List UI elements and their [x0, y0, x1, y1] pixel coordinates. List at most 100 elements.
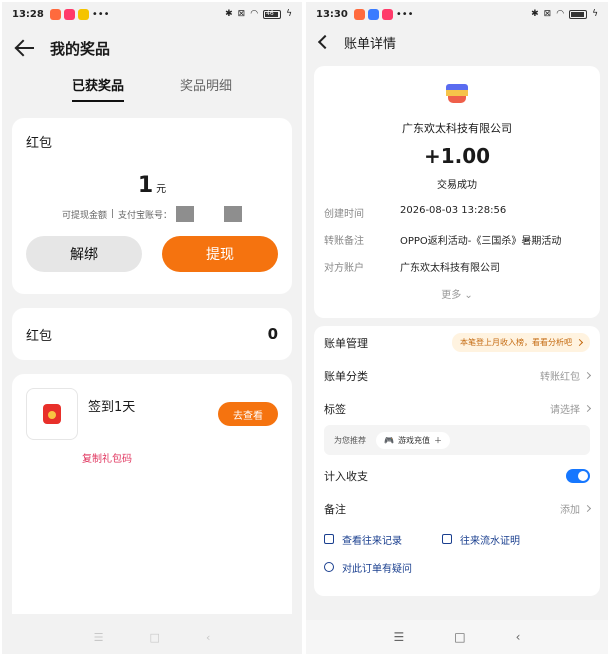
more-details-link[interactable]: 更多 ⌄: [314, 286, 600, 301]
notification-app-icon: [353, 8, 365, 20]
sim-icon: ⊠: [237, 9, 246, 19]
system-nav-bar: ☰ □ ‹: [306, 620, 608, 654]
wifi-icon: ◠: [250, 9, 259, 19]
links-row: 查看往来记录 往来流水证明: [324, 525, 590, 553]
detail-row: 转账备注 OPPO返利活动-《三国杀》暑期活动: [314, 232, 600, 247]
prize-name: 签到1天: [88, 400, 136, 415]
battery-icon: [569, 9, 588, 19]
action-row: 解绑 提现: [26, 236, 278, 272]
tab-received-prizes[interactable]: 已获奖品: [71, 75, 125, 102]
balance-subtext: 可提现金额 | 支付宝账号：: [26, 206, 278, 222]
view-records-link[interactable]: 查看往来记录: [342, 532, 402, 547]
back-nav-icon[interactable]: ‹: [516, 630, 521, 644]
status-time: 13:30: [316, 8, 348, 20]
back-chevron-icon[interactable]: [317, 34, 333, 50]
detail-row: 对方账户 广东欢太科技有限公司: [314, 259, 600, 274]
menu-nav-icon[interactable]: ☰: [94, 631, 104, 644]
row-value: 转账红包: [540, 372, 580, 383]
merchant-name: 广东欢太科技有限公司: [402, 122, 512, 135]
tab-bar: 已获奖品 奖品明细: [2, 70, 302, 104]
chevron-right-icon: [583, 404, 592, 413]
transaction-summary-card: 广东欢太科技有限公司 +1.00 交易成功 创建时间 2026-08-03 13…: [314, 66, 600, 318]
remark-row[interactable]: 备注 添加: [324, 492, 592, 525]
back-nav-icon[interactable]: ‹: [206, 631, 210, 644]
flow-proof-link[interactable]: 往来流水证明: [460, 532, 520, 547]
bill-management-card: 账单管理 本笔登上月收入榜，看看分析吧 账单分类 转账红包 标签 请选择 为您推…: [314, 326, 600, 596]
bluetooth-icon: ✱: [225, 9, 233, 19]
row-value: 添加: [560, 505, 580, 516]
redacted-block: [176, 206, 195, 222]
view-prize-button[interactable]: 去查看: [218, 402, 278, 426]
notification-app-icon: [367, 8, 379, 20]
redpacket-count: 0: [267, 325, 278, 343]
home-nav-icon[interactable]: □: [454, 630, 465, 644]
tag-row[interactable]: 标签 请选择: [324, 392, 592, 425]
merchant-logo-icon: [446, 84, 468, 104]
redacted-block: [224, 206, 243, 222]
question-icon: [324, 562, 334, 572]
income-analysis-pill[interactable]: 本笔登上月收入榜，看看分析吧: [452, 333, 590, 352]
battery-icon: 46: [263, 9, 282, 19]
tag-chip-game[interactable]: 🎮 游戏充值 ＋: [376, 431, 450, 449]
home-nav-icon[interactable]: □: [150, 631, 160, 644]
separator: |: [110, 209, 115, 219]
page-header: 账单详情: [306, 26, 608, 58]
transaction-status: 交易成功: [437, 180, 477, 191]
red-envelope-icon: [43, 404, 61, 424]
chevron-right-icon: [575, 338, 584, 347]
status-bar: 13:28 ••• ✱ ⊠ ◠ 46 ϟ: [2, 2, 302, 26]
redpacket-count-card: 红包 0: [12, 308, 292, 360]
chevron-right-icon: [583, 371, 592, 380]
charging-icon: ϟ: [286, 9, 292, 19]
page-title: 我的奖品: [50, 39, 111, 58]
withdraw-button[interactable]: 提现: [162, 236, 278, 272]
wifi-icon: ◠: [556, 9, 565, 19]
row-value: 请选择: [550, 405, 580, 416]
menu-nav-icon[interactable]: ☰: [394, 630, 405, 644]
recommend-label: 为您推荐: [334, 435, 366, 445]
bill-management-row: 账单管理 本笔登上月收入榜，看看分析吧: [324, 326, 590, 359]
row-label: 备注: [324, 502, 346, 516]
page-header: 我的奖品: [2, 26, 302, 70]
page-title: 账单详情: [344, 36, 397, 52]
notification-app-icon: [49, 8, 61, 20]
alipay-account-label: 支付宝账号：: [118, 210, 173, 221]
detail-value: 广东欢太科技有限公司: [400, 263, 500, 274]
back-arrow-icon[interactable]: [14, 37, 36, 59]
bill-category-row[interactable]: 账单分类 转账红包: [324, 359, 592, 392]
system-nav-bar: ☰ □ ‹: [2, 620, 302, 654]
sim-icon: ⊠: [543, 9, 552, 19]
prize-item: 签到1天 去查看: [26, 388, 278, 440]
detail-key: 转账备注: [324, 236, 364, 247]
left-screen: 13:28 ••• ✱ ⊠ ◠ 46 ϟ 我的奖品 已获奖品 奖品明细 红包 1: [2, 2, 302, 654]
detail-key: 创建时间: [324, 209, 364, 220]
notification-app-icon: [63, 8, 75, 20]
row-label: 账单分类: [324, 369, 368, 383]
plus-icon: ＋: [433, 435, 442, 445]
balance-amount: 1元: [26, 173, 278, 198]
question-row: 对此订单有疑问: [324, 553, 590, 581]
status-bar: 13:30 ••• ✱ ⊠ ◠ ϟ: [306, 2, 608, 26]
tab-prize-details[interactable]: 奖品明细: [180, 75, 232, 100]
redpacket-balance-card: 红包 1元 可提现金额 | 支付宝账号： 解绑 提现: [12, 118, 292, 294]
notification-app-icon: [77, 8, 89, 20]
transaction-amount: +1.00: [423, 144, 491, 168]
order-question-link[interactable]: 对此订单有疑问: [342, 560, 412, 575]
detail-key: 对方账户: [324, 263, 364, 274]
count-in-toggle[interactable]: [566, 468, 590, 483]
copy-gift-code-link[interactable]: 复制礼包码: [82, 450, 278, 465]
row-label: 账单管理: [324, 336, 368, 350]
gamepad-icon: 🎮: [384, 435, 394, 445]
balance-unit: 元: [156, 184, 167, 195]
row-label: 计入收支: [324, 469, 368, 483]
bluetooth-icon: ✱: [531, 9, 539, 19]
more-notifications-icon: •••: [91, 8, 110, 20]
status-right: ✱ ⊠ ◠ 46 ϟ: [225, 9, 292, 19]
detail-value: 2026-08-03 13:28:56: [400, 205, 507, 216]
status-right: ✱ ⊠ ◠ ϟ: [531, 9, 598, 19]
unbind-button[interactable]: 解绑: [26, 236, 142, 272]
charging-icon: ϟ: [592, 9, 598, 19]
screenshot-stage: 13:28 ••• ✱ ⊠ ◠ 46 ϟ 我的奖品 已获奖品 奖品明细 红包 1: [0, 0, 610, 656]
notification-app-icon: [381, 8, 393, 20]
card-title: 红包: [26, 136, 53, 151]
